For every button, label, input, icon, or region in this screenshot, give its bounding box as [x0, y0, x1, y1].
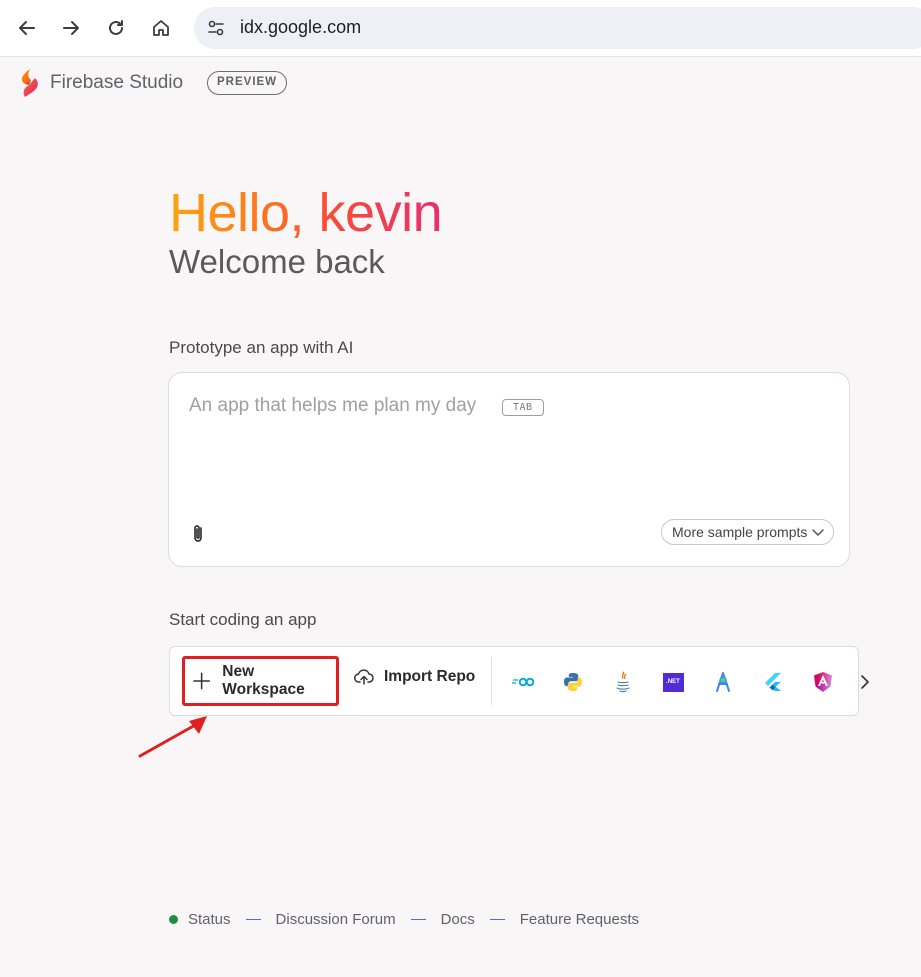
footer-link-status[interactable]: Status	[188, 911, 231, 928]
reload-button[interactable]	[100, 12, 132, 44]
footer-link-discussion-forum[interactable]: Discussion Forum	[276, 911, 396, 928]
import-repo-button[interactable]: Import Repo	[354, 668, 475, 686]
footer-separator	[410, 918, 426, 921]
firebase-studio-logo-icon[interactable]	[16, 68, 42, 98]
tab-key-hint: TAB	[502, 399, 544, 416]
chevron-down-icon	[812, 529, 825, 536]
go-icon[interactable]	[511, 671, 535, 693]
cloud-upload-icon	[354, 669, 374, 685]
new-workspace-label: New Workspace	[222, 663, 305, 698]
android-studio-icon[interactable]	[711, 671, 735, 693]
home-button[interactable]	[145, 12, 177, 44]
more-sample-prompts-label: More sample prompts	[672, 524, 808, 540]
flutter-icon[interactable]	[761, 671, 785, 693]
footer-link-docs[interactable]: Docs	[441, 911, 475, 928]
browser-toolbar: idx.google.com	[0, 0, 921, 57]
prototype-section-label: Prototype an app with AI	[169, 338, 354, 357]
app-header: Firebase Studio PREVIEW	[0, 58, 921, 108]
more-sample-prompts-button[interactable]: More sample prompts	[661, 519, 835, 545]
annotation-arrow-icon	[138, 716, 207, 758]
footer-separator	[489, 918, 505, 921]
footer-link-feature-requests[interactable]: Feature Requests	[520, 911, 639, 928]
template-bar: New Workspace Import Repo .NET	[169, 646, 869, 716]
footer-separator	[245, 918, 261, 921]
new-workspace-button[interactable]: New Workspace	[182, 656, 339, 706]
back-button[interactable]	[11, 12, 43, 44]
brand-name: Firebase Studio	[50, 72, 184, 93]
prompt-input-box[interactable]: An app that helps me plan my day TAB Mor…	[168, 372, 850, 567]
template-fade	[818, 648, 858, 714]
preview-badge: PREVIEW	[207, 71, 288, 95]
import-repo-label: Import Repo	[384, 668, 476, 685]
welcome-subtitle: Welcome back	[169, 243, 385, 280]
site-info-icon[interactable]	[202, 14, 230, 42]
plus-icon	[193, 672, 211, 690]
reload-icon	[109, 20, 123, 35]
forward-button[interactable]	[55, 12, 87, 44]
dotnet-icon[interactable]: .NET	[661, 671, 685, 693]
address-bar[interactable]: idx.google.com	[194, 7, 921, 49]
python-icon[interactable]	[561, 671, 585, 693]
coding-section-label: Start coding an app	[169, 610, 317, 629]
back-arrow-icon	[19, 21, 35, 35]
greeting-title: Hello, kevin	[169, 183, 443, 243]
forward-arrow-icon	[63, 21, 79, 35]
paperclip-icon[interactable]	[189, 523, 209, 545]
footer: Status Discussion Forum Docs Feature Req…	[169, 911, 639, 928]
prompt-placeholder[interactable]: An app that helps me plan my day	[189, 395, 476, 417]
home-icon	[153, 20, 169, 36]
dotnet-text: .NET	[662, 672, 684, 692]
java-icon[interactable]	[611, 671, 635, 693]
divider	[491, 657, 492, 705]
chevron-right-icon[interactable]	[858, 673, 872, 691]
status-dot-icon	[169, 915, 178, 924]
url-text[interactable]: idx.google.com	[240, 17, 361, 38]
